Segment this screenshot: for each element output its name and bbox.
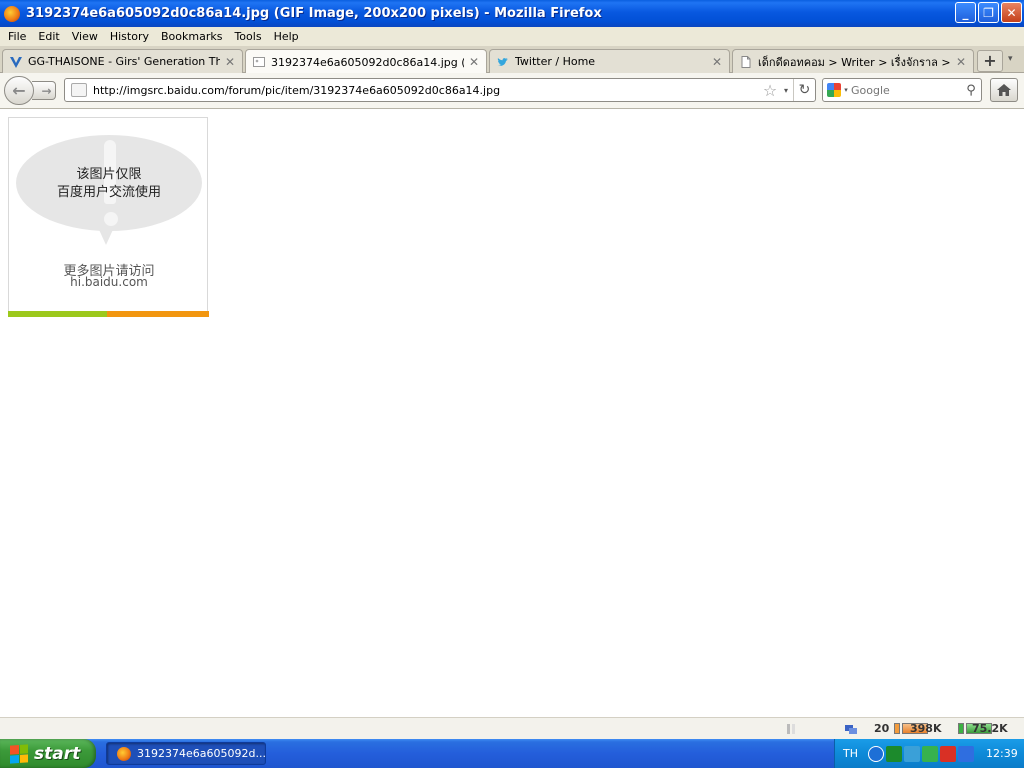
menu-bookmarks[interactable]: Bookmarks xyxy=(155,30,228,43)
firefox-icon xyxy=(117,746,131,761)
history-dropdown-icon[interactable]: ▾ xyxy=(779,86,793,95)
tab-label: เด็กดีดอทคอม > Writer > เรื่งจักราล > ..… xyxy=(758,55,951,69)
upload-rate-value: 75.2K xyxy=(972,722,1008,735)
window-controls: _ ❐ ✕ xyxy=(955,2,1022,23)
address-bar[interactable]: http://imgsrc.baidu.com/forum/pic/item/3… xyxy=(64,78,816,102)
tab-gg-thaisone[interactable]: GG-THAISONE - Girs' Generation Thai S...… xyxy=(2,49,243,73)
tab-close-icon[interactable]: ✕ xyxy=(468,55,480,69)
baidu-placeholder-image[interactable]: 该图片仅限 百度用户交流使用 更多图片请访问 hi.baidu.com xyxy=(8,117,209,317)
back-button[interactable]: ← xyxy=(4,76,34,105)
twitter-bird-icon xyxy=(496,55,510,69)
navigation-toolbar: → ← http://imgsrc.baidu.com/forum/pic/it… xyxy=(0,73,1024,109)
tab-close-icon[interactable]: ✕ xyxy=(711,55,723,69)
home-button[interactable] xyxy=(990,78,1018,102)
taskbar-window-label: 3192374e6a605092d... xyxy=(137,747,265,760)
menu-bar: File Edit View History Bookmarks Tools H… xyxy=(0,27,1024,46)
upload-meter-icon xyxy=(958,723,964,734)
forward-button[interactable]: → xyxy=(32,81,56,100)
site-identity-icon[interactable] xyxy=(71,83,87,97)
google-icon[interactable] xyxy=(827,83,841,97)
orange-bar xyxy=(107,311,209,317)
reload-button[interactable]: ↻ xyxy=(793,79,815,101)
menu-edit[interactable]: Edit xyxy=(32,30,65,43)
taskbar-firefox-window[interactable]: 3192374e6a605092d... xyxy=(106,742,266,765)
network-monitor-icon[interactable] xyxy=(844,722,858,736)
tab-twitter[interactable]: Twitter / Home ✕ xyxy=(489,49,730,73)
firefox-icon xyxy=(4,5,20,22)
tab-dek-d[interactable]: เด็กดีดอทคอม > Writer > เรื่งจักราล > ..… xyxy=(732,49,974,73)
tray-arrow-icon[interactable] xyxy=(868,745,884,762)
tab-label: GG-THAISONE - Girs' Generation Thai S... xyxy=(28,55,220,68)
windows-taskbar: start 3192374e6a605092d... TH 12:39 xyxy=(0,739,1024,768)
restriction-line-1: 该图片仅限 xyxy=(76,167,142,182)
back-forward-group: → ← xyxy=(4,76,58,105)
tray-security-icon[interactable] xyxy=(922,745,938,762)
restore-icon: ❐ xyxy=(983,5,994,20)
status-bar: 20 398K 75.2K xyxy=(0,717,1024,739)
download-rate: 398K xyxy=(894,722,942,735)
arrow-left-icon: ← xyxy=(12,81,26,100)
menu-tools[interactable]: Tools xyxy=(228,30,267,43)
more-images-url: hi.baidu.com xyxy=(70,275,148,289)
exclamation-dot xyxy=(104,212,118,226)
language-indicator[interactable]: TH xyxy=(843,747,858,760)
upload-rate: 75.2K xyxy=(958,722,1008,735)
tab-counter: 20 xyxy=(874,722,889,735)
window-title: 3192374e6a605092d0c86a14.jpg (GIF Image,… xyxy=(26,6,602,21)
addon-bar-icon[interactable] xyxy=(786,722,798,736)
minimize-button[interactable]: _ xyxy=(955,2,976,23)
start-label: start xyxy=(34,743,81,764)
green-bar xyxy=(8,311,107,317)
menu-help[interactable]: Help xyxy=(268,30,305,43)
chevron-down-icon: ▾ xyxy=(1008,54,1013,64)
tray-volume-icon[interactable] xyxy=(958,745,974,762)
new-tab-button[interactable]: + xyxy=(977,50,1003,72)
start-button[interactable]: start xyxy=(0,739,96,768)
tab-count: 20 xyxy=(874,722,890,735)
image-icon xyxy=(252,55,266,69)
restore-button[interactable]: ❐ xyxy=(978,2,999,23)
menu-history[interactable]: History xyxy=(104,30,155,43)
restriction-line-2: 百度用户交流使用 xyxy=(56,185,161,200)
url-field[interactable]: http://imgsrc.baidu.com/forum/pic/item/3… xyxy=(93,84,761,97)
search-input[interactable] xyxy=(851,83,961,97)
bookmark-star-icon[interactable]: ☆ xyxy=(761,81,779,100)
tray-green-app-icon[interactable] xyxy=(886,745,902,762)
tab-close-icon[interactable]: ✕ xyxy=(955,55,967,69)
close-icon: ✕ xyxy=(1006,5,1017,20)
download-rate-value: 398K xyxy=(910,722,942,735)
minimize-icon: _ xyxy=(962,5,969,20)
plus-icon: + xyxy=(983,51,997,70)
arrow-right-icon: → xyxy=(41,83,52,98)
windows-logo-icon xyxy=(10,743,28,764)
tab-close-icon[interactable]: ✕ xyxy=(224,55,236,69)
tab-strip: GG-THAISONE - Girs' Generation Thai S...… xyxy=(0,46,1024,74)
tab-label: Twitter / Home xyxy=(515,55,596,68)
window-title-bar[interactable]: 3192374e6a605092d0c86a14.jpg (GIF Image,… xyxy=(0,0,1024,27)
page-icon xyxy=(739,55,753,69)
speech-bubble-tail xyxy=(96,223,116,245)
menu-view[interactable]: View xyxy=(66,30,104,43)
search-bar[interactable]: ▾ ⚲ xyxy=(822,78,982,102)
search-engine-dropdown-icon[interactable]: ▾ xyxy=(841,86,851,94)
clock: 12:39 xyxy=(986,747,1018,760)
home-icon xyxy=(997,84,1011,96)
tab-list-button[interactable]: ▾ xyxy=(1008,54,1013,64)
menu-file[interactable]: File xyxy=(2,30,32,43)
close-button[interactable]: ✕ xyxy=(1001,2,1022,23)
v-logo-icon xyxy=(9,55,23,69)
page-content: 该图片仅限 百度用户交流使用 更多图片请访问 hi.baidu.com xyxy=(0,110,1024,717)
tab-baidu-image[interactable]: 3192374e6a605092d0c86a14.jpg (GIF ... ✕ xyxy=(245,49,487,74)
tab-label: 3192374e6a605092d0c86a14.jpg (GIF ... xyxy=(271,55,464,69)
tray-network-icon[interactable] xyxy=(904,745,920,762)
tray-antivirus-icon[interactable] xyxy=(940,745,956,762)
search-icon[interactable]: ⚲ xyxy=(961,83,981,98)
system-tray: TH 12:39 xyxy=(834,739,1024,768)
download-meter-icon xyxy=(894,723,900,734)
